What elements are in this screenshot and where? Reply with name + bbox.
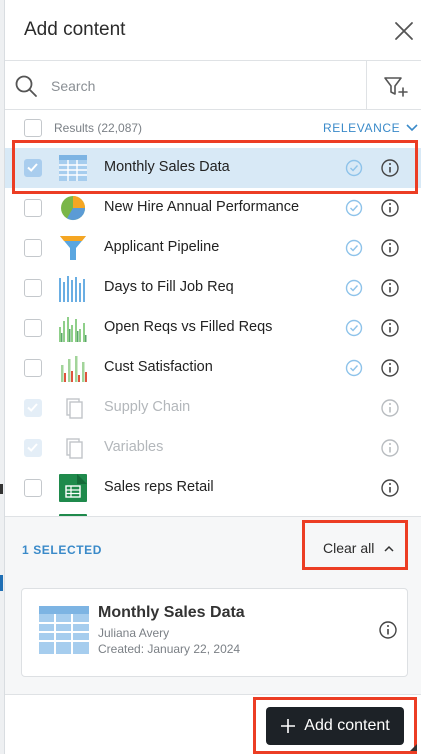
backdrop-fragment <box>0 484 3 494</box>
item-name: Monthly Sales Data <box>104 159 230 175</box>
sort-relevance-button[interactable]: RELEVANCE <box>323 121 418 135</box>
add-content-button[interactable]: Add content <box>266 707 404 745</box>
bar-chart-icon <box>58 353 88 383</box>
item-name: Open Reqs vs Filled Reqs <box>104 319 273 335</box>
info-icon[interactable] <box>380 198 400 218</box>
list-item[interactable]: New Hire Annual Performance <box>5 188 421 228</box>
info-icon[interactable] <box>380 398 400 418</box>
info-icon[interactable] <box>380 438 400 458</box>
item-checkbox[interactable] <box>24 319 42 337</box>
list-item[interactable]: Days to Fill Job Req <box>5 268 421 308</box>
search-icon <box>13 73 39 99</box>
item-name: Sales reps Retail <box>104 479 214 495</box>
close-icon[interactable] <box>391 18 417 44</box>
certified-icon <box>345 239 363 257</box>
bar-chart-icon <box>58 273 88 303</box>
selected-item-card: Monthly Sales Data Juliana Avery Created… <box>21 588 408 677</box>
clear-all-button[interactable]: Clear all <box>323 540 394 556</box>
list-item[interactable]: Cust Satisfaction <box>5 348 421 388</box>
search-bar <box>5 60 421 110</box>
item-name: Days to Fill Job Req <box>104 279 234 295</box>
search-input[interactable] <box>51 73 351 99</box>
bar-chart-icon <box>58 313 88 343</box>
certified-icon <box>345 359 363 377</box>
list-item[interactable]: Sales reps Retail <box>5 468 421 508</box>
item-name: Variables <box>104 439 164 455</box>
table-icon <box>38 604 90 656</box>
item-name: Supply Chain <box>104 399 191 415</box>
card-owner: Juliana Avery <box>98 626 170 640</box>
certified-icon <box>345 319 363 337</box>
panel-footer: Add content <box>5 694 421 754</box>
filter-add-icon[interactable] <box>381 72 409 100</box>
panel-header: Add content <box>5 0 421 60</box>
results-header: Results (22,087) RELEVANCE <box>5 110 421 146</box>
certified-icon <box>345 159 363 177</box>
add-content-panel: Add content Results (22,087) RELEVANCE <box>4 0 421 754</box>
card-title: Monthly Sales Data <box>98 604 245 621</box>
selected-count: 1 SELECTED <box>22 543 103 557</box>
item-checkbox[interactable] <box>24 359 42 377</box>
card-created-date: Created: January 22, 2024 <box>98 642 241 656</box>
panel-title: Add content <box>24 19 126 40</box>
results-list: Monthly Sales Data New Hire Annual Perfo… <box>5 148 421 516</box>
copy-icon <box>58 433 88 463</box>
info-icon[interactable] <box>378 620 398 640</box>
select-all-checkbox[interactable] <box>24 119 42 137</box>
divider <box>366 61 367 110</box>
copy-icon <box>58 393 88 423</box>
item-name: Cust Satisfaction <box>104 359 213 375</box>
item-checkbox[interactable] <box>24 159 42 177</box>
info-icon[interactable] <box>380 358 400 378</box>
chevron-up-icon <box>384 545 394 552</box>
table-icon <box>58 153 88 183</box>
item-checkbox[interactable] <box>24 479 42 497</box>
list-item[interactable]: Monthly Sales Data <box>5 148 421 188</box>
funnel-chart-icon <box>58 233 88 263</box>
info-icon[interactable] <box>380 318 400 338</box>
item-checkbox <box>24 399 42 417</box>
list-item[interactable]: Applicant Pipeline <box>5 228 421 268</box>
item-name: Applicant Pipeline <box>104 239 220 255</box>
certified-icon <box>345 279 363 297</box>
results-count: Results (22,087) <box>54 121 143 135</box>
selected-section: 1 SELECTED Clear all Monthly Sales Data … <box>5 516 421 694</box>
sort-label: RELEVANCE <box>323 121 401 135</box>
clear-all-label: Clear all <box>323 540 375 556</box>
add-content-label: Add content <box>304 717 390 734</box>
certified-icon <box>345 199 363 217</box>
item-checkbox[interactable] <box>24 239 42 257</box>
chevron-down-icon <box>406 124 418 132</box>
list-item[interactable]: Open Reqs vs Filled Reqs <box>5 308 421 348</box>
plus-icon <box>281 719 296 733</box>
info-icon[interactable] <box>380 478 400 498</box>
info-icon[interactable] <box>380 238 400 258</box>
info-icon[interactable] <box>380 278 400 298</box>
list-item-partial <box>5 508 421 516</box>
pie-chart-icon <box>58 193 88 223</box>
resize-handle[interactable] <box>410 744 417 751</box>
list-item: Variables <box>5 428 421 468</box>
item-checkbox <box>24 439 42 457</box>
item-checkbox[interactable] <box>24 199 42 217</box>
info-icon[interactable] <box>380 158 400 178</box>
item-checkbox[interactable] <box>24 279 42 297</box>
list-item: Supply Chain <box>5 388 421 428</box>
spreadsheet-icon <box>58 473 88 503</box>
item-name: New Hire Annual Performance <box>104 199 300 215</box>
backdrop-fragment <box>0 575 3 591</box>
